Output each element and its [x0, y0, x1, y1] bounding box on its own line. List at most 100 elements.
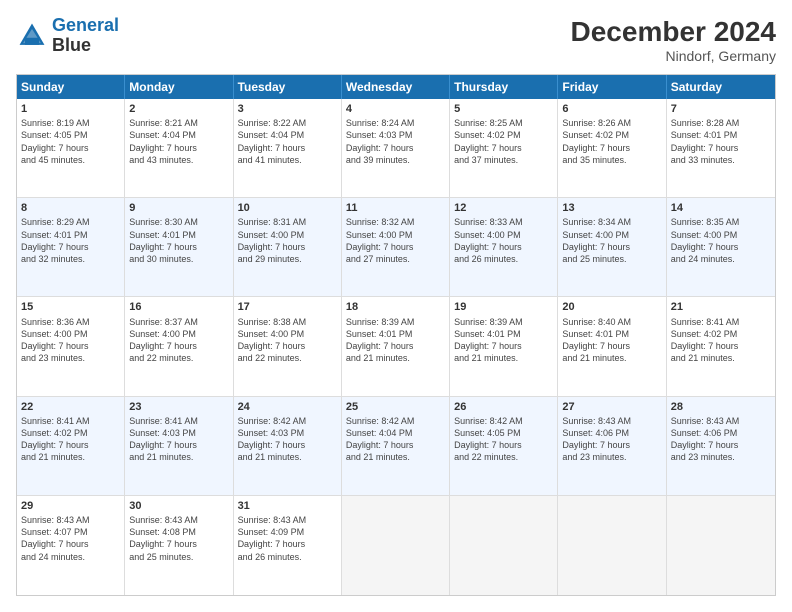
calendar-cell: 17 Sunrise: 8:38 AM Sunset: 4:00 PM Dayli…: [234, 297, 342, 395]
logo: General Blue: [16, 16, 119, 56]
calendar-cell: 12Sunrise: 8:33 AM Sunset: 4:00 PM Dayli…: [450, 198, 558, 296]
day-info: Sunrise: 8:21 AM Sunset: 4:04 PM Dayligh…: [129, 117, 228, 166]
day-number: 27: [562, 400, 661, 414]
calendar-cell: 23Sunrise: 8:41 AM Sunset: 4:03 PM Dayli…: [125, 397, 233, 495]
calendar-cell: 28Sunrise: 8:43 AM Sunset: 4:06 PM Dayli…: [667, 397, 775, 495]
calendar-cell: 20Sunrise: 8:40 AM Sunset: 4:01 PM Dayli…: [558, 297, 666, 395]
day-number: 29: [21, 499, 120, 513]
calendar-cell: 2Sunrise: 8:21 AM Sunset: 4:04 PM Daylig…: [125, 99, 233, 197]
calendar-row-2: 8Sunrise: 8:29 AM Sunset: 4:01 PM Daylig…: [17, 198, 775, 297]
calendar-cell: 1Sunrise: 8:19 AM Sunset: 4:05 PM Daylig…: [17, 99, 125, 197]
day-info: Sunrise: 8:43 AM Sunset: 4:08 PM Dayligh…: [129, 514, 228, 563]
day-info: Sunrise: 8:37 AM Sunset: 4:00 PM Dayligh…: [129, 316, 228, 365]
day-info: Sunrise: 8:32 AM Sunset: 4:00 PM Dayligh…: [346, 216, 445, 265]
day-info: Sunrise: 8:33 AM Sunset: 4:00 PM Dayligh…: [454, 216, 553, 265]
calendar-cell: [342, 496, 450, 595]
page-subtitle: Nindorf, Germany: [571, 48, 776, 64]
day-info: Sunrise: 8:29 AM Sunset: 4:01 PM Dayligh…: [21, 216, 120, 265]
day-info: Sunrise: 8:43 AM Sunset: 4:09 PM Dayligh…: [238, 514, 337, 563]
day-number: 9: [129, 201, 228, 215]
day-number: 12: [454, 201, 553, 215]
calendar: Sunday Monday Tuesday Wednesday Thursday…: [16, 74, 776, 596]
day-info: Sunrise: 8:43 AM Sunset: 4:07 PM Dayligh…: [21, 514, 120, 563]
col-tuesday: Tuesday: [234, 75, 342, 99]
calendar-cell: 30Sunrise: 8:43 AM Sunset: 4:08 PM Dayli…: [125, 496, 233, 595]
day-info: Sunrise: 8:38 AM Sunset: 4:00 PM Dayligh…: [238, 316, 337, 365]
day-info: Sunrise: 8:43 AM Sunset: 4:06 PM Dayligh…: [562, 415, 661, 464]
day-number: 25: [346, 400, 445, 414]
day-number: 26: [454, 400, 553, 414]
day-number: 8: [21, 201, 120, 215]
calendar-cell: 6Sunrise: 8:26 AM Sunset: 4:02 PM Daylig…: [558, 99, 666, 197]
day-number: 31: [238, 499, 337, 513]
calendar-cell: 21Sunrise: 8:41 AM Sunset: 4:02 PM Dayli…: [667, 297, 775, 395]
day-info: Sunrise: 8:43 AM Sunset: 4:06 PM Dayligh…: [671, 415, 771, 464]
calendar-cell: 27Sunrise: 8:43 AM Sunset: 4:06 PM Dayli…: [558, 397, 666, 495]
day-number: 14: [671, 201, 771, 215]
calendar-cell: 14Sunrise: 8:35 AM Sunset: 4:00 PM Dayli…: [667, 198, 775, 296]
day-info: Sunrise: 8:22 AM Sunset: 4:04 PM Dayligh…: [238, 117, 337, 166]
day-info: Sunrise: 8:31 AM Sunset: 4:00 PM Dayligh…: [238, 216, 337, 265]
calendar-cell: 25Sunrise: 8:42 AM Sunset: 4:04 PM Dayli…: [342, 397, 450, 495]
col-monday: Monday: [125, 75, 233, 99]
calendar-row-1: 1Sunrise: 8:19 AM Sunset: 4:05 PM Daylig…: [17, 99, 775, 198]
day-info: Sunrise: 8:39 AM Sunset: 4:01 PM Dayligh…: [454, 316, 553, 365]
day-info: Sunrise: 8:19 AM Sunset: 4:05 PM Dayligh…: [21, 117, 120, 166]
logo-line1: General: [52, 15, 119, 35]
calendar-cell: 18Sunrise: 8:39 AM Sunset: 4:01 PM Dayli…: [342, 297, 450, 395]
col-thursday: Thursday: [450, 75, 558, 99]
calendar-cell: 31Sunrise: 8:43 AM Sunset: 4:09 PM Dayli…: [234, 496, 342, 595]
calendar-cell: 19Sunrise: 8:39 AM Sunset: 4:01 PM Dayli…: [450, 297, 558, 395]
day-info: Sunrise: 8:26 AM Sunset: 4:02 PM Dayligh…: [562, 117, 661, 166]
calendar-cell: 10Sunrise: 8:31 AM Sunset: 4:00 PM Dayli…: [234, 198, 342, 296]
calendar-cell: [450, 496, 558, 595]
calendar-cell: 29Sunrise: 8:43 AM Sunset: 4:07 PM Dayli…: [17, 496, 125, 595]
day-number: 7: [671, 102, 771, 116]
calendar-cell: 24Sunrise: 8:42 AM Sunset: 4:03 PM Dayli…: [234, 397, 342, 495]
calendar-body: 1Sunrise: 8:19 AM Sunset: 4:05 PM Daylig…: [17, 99, 775, 595]
calendar-cell: 5Sunrise: 8:25 AM Sunset: 4:02 PM Daylig…: [450, 99, 558, 197]
calendar-row-5: 29Sunrise: 8:43 AM Sunset: 4:07 PM Dayli…: [17, 496, 775, 595]
calendar-cell: 11Sunrise: 8:32 AM Sunset: 4:00 PM Dayli…: [342, 198, 450, 296]
day-number: 21: [671, 300, 771, 314]
day-info: Sunrise: 8:42 AM Sunset: 4:04 PM Dayligh…: [346, 415, 445, 464]
col-sunday: Sunday: [17, 75, 125, 99]
calendar-row-3: 15Sunrise: 8:36 AM Sunset: 4:00 PM Dayli…: [17, 297, 775, 396]
calendar-cell: 7Sunrise: 8:28 AM Sunset: 4:01 PM Daylig…: [667, 99, 775, 197]
day-number: 6: [562, 102, 661, 116]
page-title: December 2024: [571, 16, 776, 48]
day-number: 5: [454, 102, 553, 116]
logo-text: General Blue: [52, 16, 119, 56]
col-saturday: Saturday: [667, 75, 775, 99]
day-info: Sunrise: 8:36 AM Sunset: 4:00 PM Dayligh…: [21, 316, 120, 365]
day-number: 28: [671, 400, 771, 414]
col-wednesday: Wednesday: [342, 75, 450, 99]
calendar-cell: 26Sunrise: 8:42 AM Sunset: 4:05 PM Dayli…: [450, 397, 558, 495]
day-info: Sunrise: 8:25 AM Sunset: 4:02 PM Dayligh…: [454, 117, 553, 166]
day-info: Sunrise: 8:24 AM Sunset: 4:03 PM Dayligh…: [346, 117, 445, 166]
header: General Blue December 2024 Nindorf, Germ…: [16, 16, 776, 64]
page: General Blue December 2024 Nindorf, Germ…: [0, 0, 792, 612]
day-number: 20: [562, 300, 661, 314]
day-number: 2: [129, 102, 228, 116]
calendar-cell: [667, 496, 775, 595]
day-info: Sunrise: 8:34 AM Sunset: 4:00 PM Dayligh…: [562, 216, 661, 265]
day-info: Sunrise: 8:30 AM Sunset: 4:01 PM Dayligh…: [129, 216, 228, 265]
calendar-header: Sunday Monday Tuesday Wednesday Thursday…: [17, 75, 775, 99]
calendar-cell: 15Sunrise: 8:36 AM Sunset: 4:00 PM Dayli…: [17, 297, 125, 395]
calendar-cell: 8Sunrise: 8:29 AM Sunset: 4:01 PM Daylig…: [17, 198, 125, 296]
calendar-cell: 16Sunrise: 8:37 AM Sunset: 4:00 PM Dayli…: [125, 297, 233, 395]
day-number: 4: [346, 102, 445, 116]
calendar-cell: 4Sunrise: 8:24 AM Sunset: 4:03 PM Daylig…: [342, 99, 450, 197]
calendar-cell: 3Sunrise: 8:22 AM Sunset: 4:04 PM Daylig…: [234, 99, 342, 197]
day-number: 3: [238, 102, 337, 116]
day-info: Sunrise: 8:41 AM Sunset: 4:02 PM Dayligh…: [21, 415, 120, 464]
calendar-cell: 13Sunrise: 8:34 AM Sunset: 4:00 PM Dayli…: [558, 198, 666, 296]
day-number: 11: [346, 201, 445, 215]
day-number: 17: [238, 300, 337, 314]
day-number: 18: [346, 300, 445, 314]
logo-line2: Blue: [52, 36, 119, 56]
day-number: 22: [21, 400, 120, 414]
day-info: Sunrise: 8:41 AM Sunset: 4:03 PM Dayligh…: [129, 415, 228, 464]
calendar-cell: 22Sunrise: 8:41 AM Sunset: 4:02 PM Dayli…: [17, 397, 125, 495]
